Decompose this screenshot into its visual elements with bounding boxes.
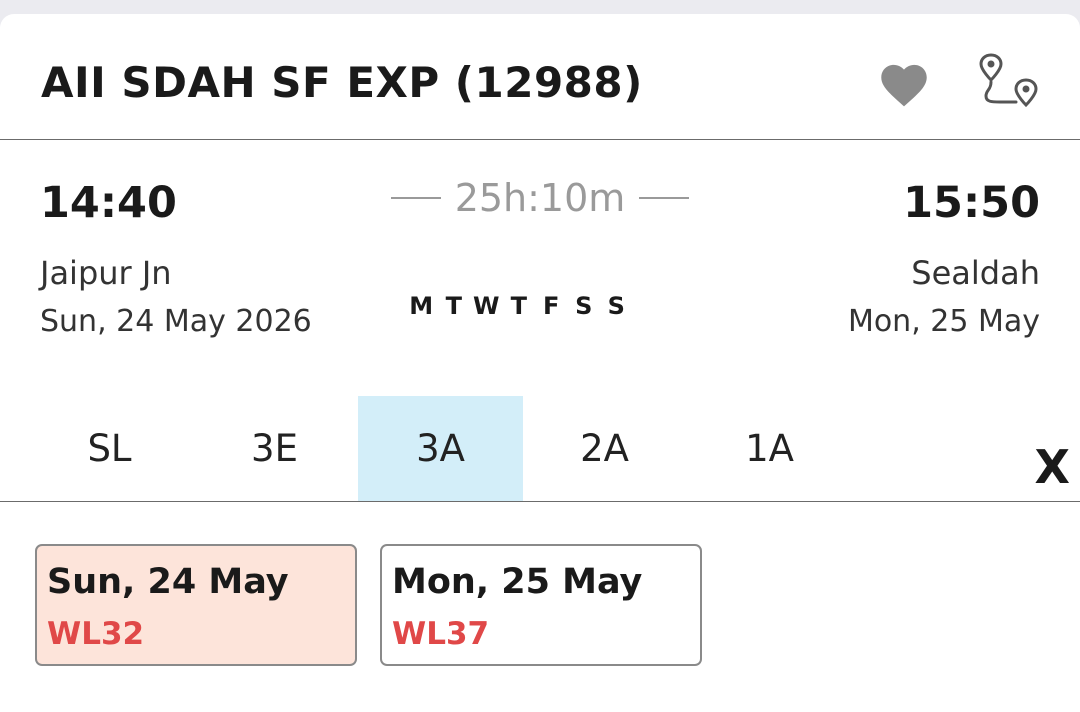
availability-date: Mon, 25 May (392, 562, 643, 602)
arrival-time: 15:50 (903, 178, 1040, 228)
class-tab-1a[interactable]: 1A (687, 396, 852, 501)
run-day: T (445, 292, 462, 320)
duration-line-right (639, 197, 690, 199)
run-days: M T W T F S S (405, 292, 633, 320)
availability-date: Sun, 24 May (47, 562, 289, 602)
run-day: F (543, 292, 560, 320)
duration-text: 25h:10m (454, 176, 626, 220)
arrival-station: Sealdah (911, 254, 1040, 292)
route-map-icon[interactable] (976, 50, 1042, 116)
run-day: T (510, 292, 527, 320)
duration-line-left (390, 197, 441, 199)
journey-duration: 25h:10m (390, 176, 690, 220)
close-button[interactable]: X (1035, 440, 1070, 494)
departure-station: Jaipur Jn (40, 254, 172, 292)
departure-date: Sun, 24 May 2026 (40, 304, 312, 339)
run-day: W (473, 292, 500, 320)
class-tab-2a[interactable]: 2A (522, 396, 687, 501)
arrival-date: Mon, 25 May (847, 304, 1040, 339)
class-tabs: SL 3E 3A 2A 1A (0, 396, 1080, 502)
class-tab-3e[interactable]: 3E (192, 396, 357, 501)
availability-status: WL32 (47, 616, 145, 652)
availability-status: WL37 (392, 616, 490, 652)
heart-icon[interactable] (876, 58, 932, 108)
availability-card-mon-25-may[interactable]: Mon, 25 May WL37 (380, 544, 702, 666)
run-day: S (575, 292, 593, 320)
class-tab-3a[interactable]: 3A (358, 396, 523, 501)
train-header: AII SDAH SF EXP (12988) (0, 14, 1080, 140)
departure-time: 14:40 (40, 178, 177, 228)
train-card: AII SDAH SF EXP (12988) 14:40 15:50 25h:… (0, 14, 1080, 712)
train-title: AII SDAH SF EXP (12988) (41, 58, 643, 107)
run-day: S (607, 292, 625, 320)
availability-card-sun-24-may[interactable]: Sun, 24 May WL32 (35, 544, 357, 666)
class-tab-sl[interactable]: SL (27, 396, 192, 501)
run-day: M (409, 292, 434, 320)
